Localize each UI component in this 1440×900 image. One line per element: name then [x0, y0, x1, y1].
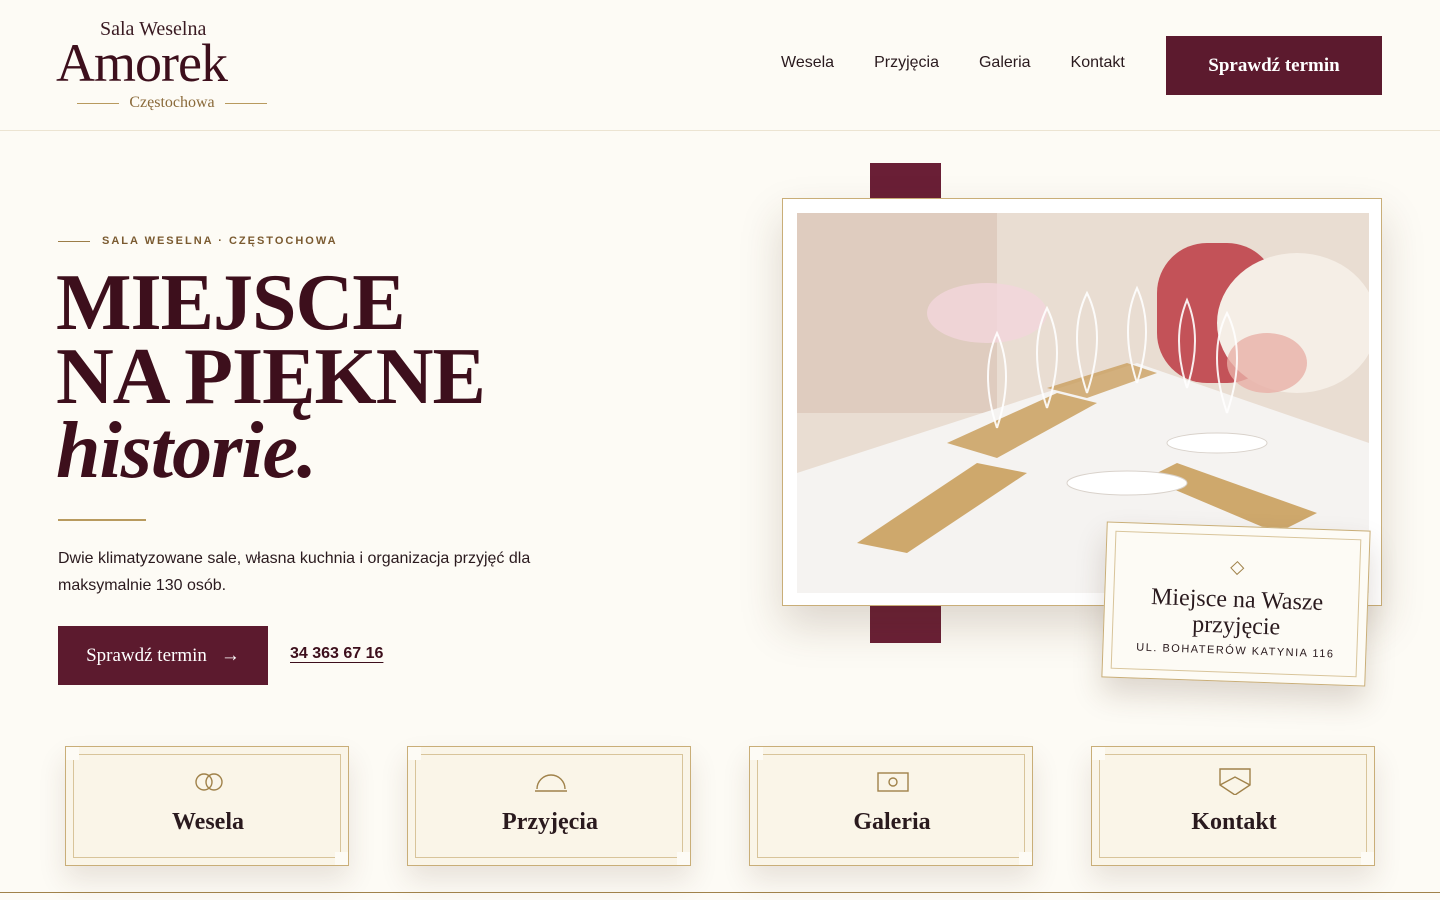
venue-plaque: Miejsce na Wasze przyjęcie UL. BOHATERÓW…	[1101, 521, 1371, 687]
hero-eyebrow: SALA WESELNA · CZĘSTOCHOWA	[58, 235, 338, 247]
hero-description: Dwie klimatyzowane sale, własna kuchnia …	[58, 550, 531, 594]
camera-icon	[877, 772, 909, 792]
rings-icon	[195, 773, 223, 791]
hero-title: MIEJSCE NA PIĘKNE historie.	[56, 259, 486, 495]
card-label-galeria: Galeria	[853, 809, 931, 835]
plaque-title: Miejsce na Wasze przyjęcie	[1150, 584, 1324, 641]
hero-cta-label: Sprawdź termin	[86, 644, 207, 666]
card-label-wesela: Wesela	[172, 809, 244, 835]
card-label-przyjecia: Przyjęcia	[502, 809, 598, 835]
site-header: Sala Weselna Amorek Częstochowa Wesela P…	[0, 0, 1440, 131]
envelope-icon	[1219, 768, 1251, 795]
hero-check-date-button[interactable]: Sprawdź termin →	[58, 626, 268, 685]
nav-kontakt[interactable]: Kontakt	[1071, 54, 1125, 72]
header-check-date-button[interactable]: Sprawdź termin	[1166, 36, 1382, 95]
hero-title-line-1: MIEJSCE	[56, 259, 406, 347]
hero-title-line-2: NA PIĘKNE	[56, 333, 486, 421]
nav-galeria[interactable]: Galeria	[979, 54, 1031, 72]
hero-title-line-3: historie.	[56, 407, 317, 495]
logo[interactable]: Sala Weselna Amorek Częstochowa	[56, 18, 288, 118]
nav-przyjecia[interactable]: Przyjęcia	[874, 54, 939, 72]
card-kontakt[interactable]: Kontakt	[1091, 746, 1375, 866]
phone-link[interactable]: 34 363 67 16	[290, 645, 383, 663]
card-label-kontakt: Kontakt	[1191, 809, 1277, 835]
hero-divider	[58, 519, 146, 521]
logo-sub-text: Częstochowa	[56, 94, 288, 112]
arrow-right-icon: →	[220, 644, 240, 666]
logo-main-text: Amorek	[56, 33, 228, 93]
card-galeria[interactable]: Galeria	[749, 746, 1033, 866]
nav-wesela[interactable]: Wesela	[781, 54, 834, 72]
main-nav: Wesela Przyjęcia Galeria Kontakt	[781, 54, 1165, 72]
card-wesela[interactable]: Wesela	[65, 746, 349, 866]
cloche-icon	[535, 774, 567, 792]
card-przyjecia[interactable]: Przyjęcia	[407, 746, 691, 866]
bottom-divider	[0, 892, 1440, 893]
